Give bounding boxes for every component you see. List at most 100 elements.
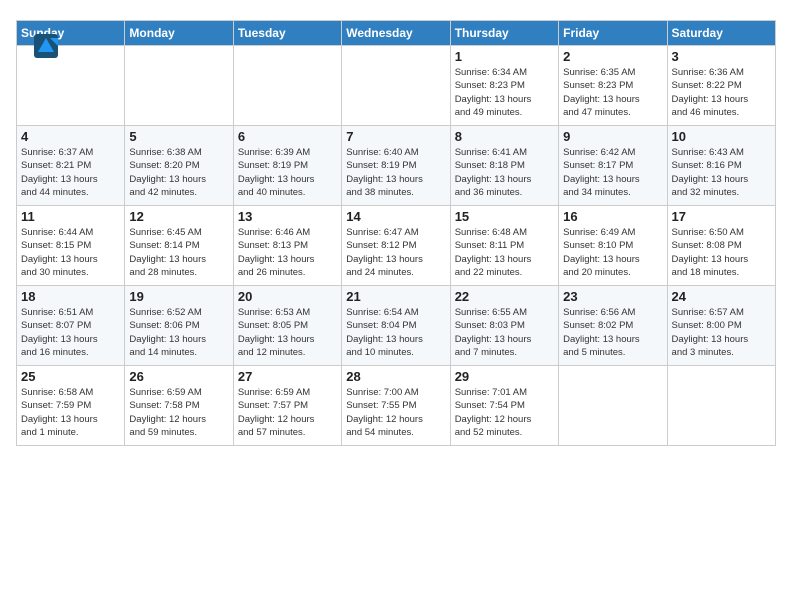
calendar-cell: 26 Sunrise: 6:59 AM Sunset: 7:58 PM Dayli… (125, 366, 233, 446)
calendar-cell: 28 Sunrise: 7:00 AM Sunset: 7:55 PM Dayli… (342, 366, 450, 446)
day-number: 18 (21, 289, 120, 304)
day-info: Sunrise: 6:50 AM Sunset: 8:08 PM Dayligh… (672, 226, 771, 279)
day-header-friday: Friday (559, 21, 667, 46)
day-header-thursday: Thursday (450, 21, 558, 46)
day-number: 17 (672, 209, 771, 224)
day-info: Sunrise: 6:45 AM Sunset: 8:14 PM Dayligh… (129, 226, 228, 279)
day-number: 4 (21, 129, 120, 144)
day-info: Sunrise: 6:38 AM Sunset: 8:20 PM Dayligh… (129, 146, 228, 199)
calendar-cell: 27 Sunrise: 6:59 AM Sunset: 7:57 PM Dayli… (233, 366, 341, 446)
day-info: Sunrise: 6:34 AM Sunset: 8:23 PM Dayligh… (455, 66, 554, 119)
calendar-cell: 7 Sunrise: 6:40 AM Sunset: 8:19 PM Daylig… (342, 126, 450, 206)
day-info: Sunrise: 6:49 AM Sunset: 8:10 PM Dayligh… (563, 226, 662, 279)
day-info: Sunrise: 6:48 AM Sunset: 8:11 PM Dayligh… (455, 226, 554, 279)
day-header-monday: Monday (125, 21, 233, 46)
calendar-cell: 8 Sunrise: 6:41 AM Sunset: 8:18 PM Daylig… (450, 126, 558, 206)
day-number: 5 (129, 129, 228, 144)
day-info: Sunrise: 6:39 AM Sunset: 8:19 PM Dayligh… (238, 146, 337, 199)
day-header-wednesday: Wednesday (342, 21, 450, 46)
logo (32, 32, 64, 60)
calendar-cell: 10 Sunrise: 6:43 AM Sunset: 8:16 PM Dayli… (667, 126, 775, 206)
day-info: Sunrise: 7:00 AM Sunset: 7:55 PM Dayligh… (346, 386, 445, 439)
day-number: 13 (238, 209, 337, 224)
day-info: Sunrise: 6:35 AM Sunset: 8:23 PM Dayligh… (563, 66, 662, 119)
day-number: 16 (563, 209, 662, 224)
day-info: Sunrise: 6:54 AM Sunset: 8:04 PM Dayligh… (346, 306, 445, 359)
calendar-cell (342, 46, 450, 126)
day-number: 27 (238, 369, 337, 384)
day-number: 21 (346, 289, 445, 304)
day-info: Sunrise: 6:40 AM Sunset: 8:19 PM Dayligh… (346, 146, 445, 199)
day-number: 14 (346, 209, 445, 224)
day-info: Sunrise: 6:46 AM Sunset: 8:13 PM Dayligh… (238, 226, 337, 279)
day-number: 25 (21, 369, 120, 384)
calendar-cell (559, 366, 667, 446)
day-number: 20 (238, 289, 337, 304)
calendar-cell: 4 Sunrise: 6:37 AM Sunset: 8:21 PM Daylig… (17, 126, 125, 206)
day-number: 23 (563, 289, 662, 304)
calendar-cell: 6 Sunrise: 6:39 AM Sunset: 8:19 PM Daylig… (233, 126, 341, 206)
day-number: 24 (672, 289, 771, 304)
calendar-cell: 13 Sunrise: 6:46 AM Sunset: 8:13 PM Dayli… (233, 206, 341, 286)
calendar-cell: 24Sunrise: 6:57 AM Sunset: 8:00 PM Dayli… (667, 286, 775, 366)
calendar-cell: 9 Sunrise: 6:42 AM Sunset: 8:17 PM Daylig… (559, 126, 667, 206)
calendar-cell: 19 Sunrise: 6:52 AM Sunset: 8:06 PM Dayli… (125, 286, 233, 366)
calendar-cell: 23 Sunrise: 6:56 AM Sunset: 8:02 PM Dayli… (559, 286, 667, 366)
calendar-cell: 20 Sunrise: 6:53 AM Sunset: 8:05 PM Dayli… (233, 286, 341, 366)
day-header-tuesday: Tuesday (233, 21, 341, 46)
calendar-cell: 29 Sunrise: 7:01 AM Sunset: 7:54 PM Dayli… (450, 366, 558, 446)
day-header-saturday: Saturday (667, 21, 775, 46)
day-number: 9 (563, 129, 662, 144)
day-info: Sunrise: 7:01 AM Sunset: 7:54 PM Dayligh… (455, 386, 554, 439)
day-info: Sunrise: 6:44 AM Sunset: 8:15 PM Dayligh… (21, 226, 120, 279)
day-info: Sunrise: 6:51 AM Sunset: 8:07 PM Dayligh… (21, 306, 120, 359)
day-number: 1 (455, 49, 554, 64)
day-number: 2 (563, 49, 662, 64)
day-info: Sunrise: 6:36 AM Sunset: 8:22 PM Dayligh… (672, 66, 771, 119)
day-number: 6 (238, 129, 337, 144)
day-number: 28 (346, 369, 445, 384)
calendar-cell: 16 Sunrise: 6:49 AM Sunset: 8:10 PM Dayli… (559, 206, 667, 286)
calendar-cell: 2 Sunrise: 6:35 AM Sunset: 8:23 PM Daylig… (559, 46, 667, 126)
day-info: Sunrise: 6:59 AM Sunset: 7:58 PM Dayligh… (129, 386, 228, 439)
day-info: Sunrise: 6:56 AM Sunset: 8:02 PM Dayligh… (563, 306, 662, 359)
day-number: 15 (455, 209, 554, 224)
day-info: Sunrise: 6:47 AM Sunset: 8:12 PM Dayligh… (346, 226, 445, 279)
calendar-table: SundayMondayTuesdayWednesdayThursdayFrid… (16, 20, 776, 446)
calendar-cell: 11 Sunrise: 6:44 AM Sunset: 8:15 PM Dayli… (17, 206, 125, 286)
calendar-cell: 18 Sunrise: 6:51 AM Sunset: 8:07 PM Dayli… (17, 286, 125, 366)
day-info: Sunrise: 6:55 AM Sunset: 8:03 PM Dayligh… (455, 306, 554, 359)
day-number: 7 (346, 129, 445, 144)
calendar-cell: 1 Sunrise: 6:34 AM Sunset: 8:23 PM Daylig… (450, 46, 558, 126)
calendar-cell (233, 46, 341, 126)
day-info: Sunrise: 6:58 AM Sunset: 7:59 PM Dayligh… (21, 386, 120, 439)
calendar-cell: 17 Sunrise: 6:50 AM Sunset: 8:08 PM Dayli… (667, 206, 775, 286)
calendar-cell (125, 46, 233, 126)
day-number: 11 (21, 209, 120, 224)
day-info: Sunrise: 6:53 AM Sunset: 8:05 PM Dayligh… (238, 306, 337, 359)
day-number: 10 (672, 129, 771, 144)
day-info: Sunrise: 6:59 AM Sunset: 7:57 PM Dayligh… (238, 386, 337, 439)
calendar-cell: 25 Sunrise: 6:58 AM Sunset: 7:59 PM Dayli… (17, 366, 125, 446)
calendar-cell: 15 Sunrise: 6:48 AM Sunset: 8:11 PM Dayli… (450, 206, 558, 286)
calendar-cell: 14 Sunrise: 6:47 AM Sunset: 8:12 PM Dayli… (342, 206, 450, 286)
calendar-cell (667, 366, 775, 446)
day-info: Sunrise: 6:42 AM Sunset: 8:17 PM Dayligh… (563, 146, 662, 199)
calendar-cell: 12 Sunrise: 6:45 AM Sunset: 8:14 PM Dayli… (125, 206, 233, 286)
day-number: 26 (129, 369, 228, 384)
calendar-cell: 5 Sunrise: 6:38 AM Sunset: 8:20 PM Daylig… (125, 126, 233, 206)
day-number: 3 (672, 49, 771, 64)
day-number: 19 (129, 289, 228, 304)
calendar-cell: 22 Sunrise: 6:55 AM Sunset: 8:03 PM Dayli… (450, 286, 558, 366)
calendar-cell: 3 Sunrise: 6:36 AM Sunset: 8:22 PM Daylig… (667, 46, 775, 126)
day-number: 22 (455, 289, 554, 304)
day-number: 12 (129, 209, 228, 224)
logo-icon (32, 32, 60, 60)
day-info: Sunrise: 6:41 AM Sunset: 8:18 PM Dayligh… (455, 146, 554, 199)
day-info: Sunrise: 6:43 AM Sunset: 8:16 PM Dayligh… (672, 146, 771, 199)
day-number: 8 (455, 129, 554, 144)
day-info: Sunrise: 6:37 AM Sunset: 8:21 PM Dayligh… (21, 146, 120, 199)
calendar-cell: 21 Sunrise: 6:54 AM Sunset: 8:04 PM Dayli… (342, 286, 450, 366)
day-info: Sunrise: 6:52 AM Sunset: 8:06 PM Dayligh… (129, 306, 228, 359)
day-number: 29 (455, 369, 554, 384)
